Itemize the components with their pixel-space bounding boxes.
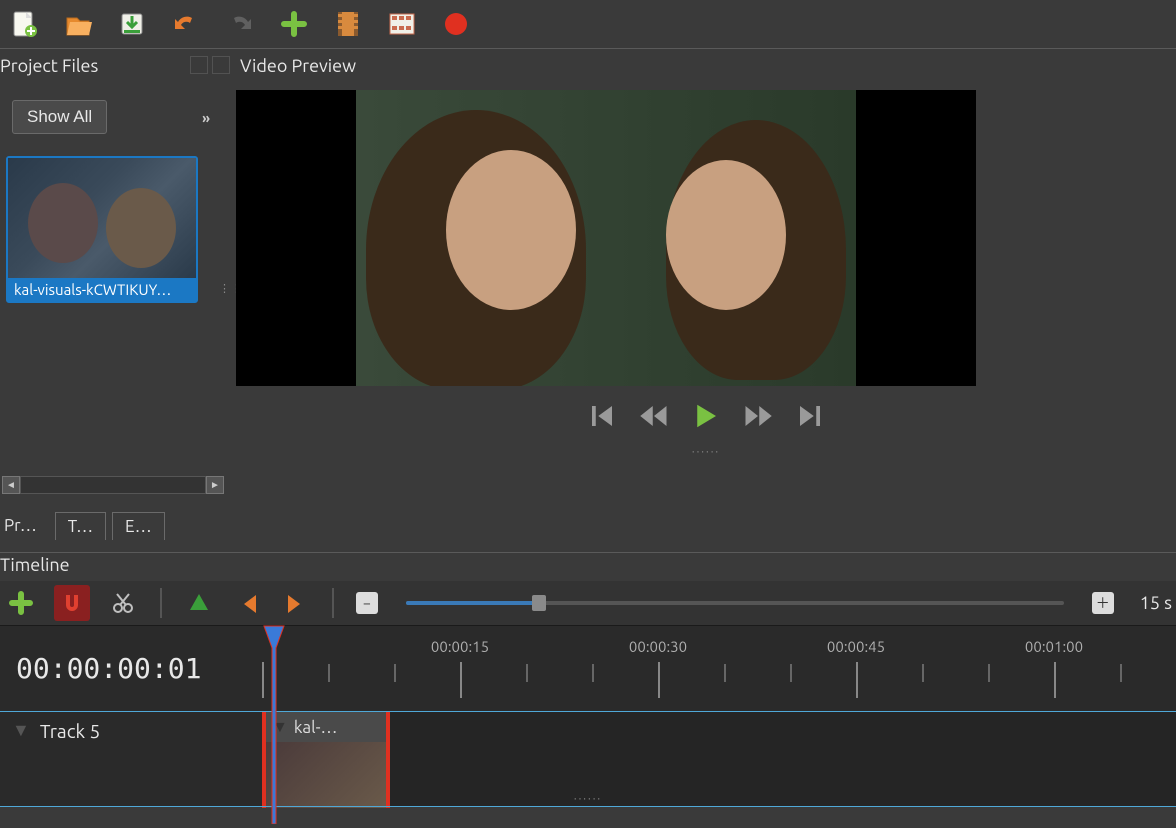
timeline-ruler[interactable]: 00:00:00:01 00:00:15 00:00:30 00:00:45 0… <box>0 625 1176 711</box>
redo-button[interactable] <box>224 8 256 40</box>
play-button[interactable] <box>691 401 721 434</box>
zoom-in-button[interactable]: ＋ <box>1092 592 1114 614</box>
ruler-mark: 00:00:30 <box>629 638 687 655</box>
undo-button[interactable] <box>170 8 202 40</box>
preview-image <box>356 90 856 386</box>
timeline-clip[interactable]: ▼ kal-… <box>262 712 390 808</box>
timeline-toolbar: − ＋ 15 s <box>0 581 1176 625</box>
import-files-button[interactable] <box>278 8 310 40</box>
project-panel-tabs: Pr… T… E… <box>0 512 165 540</box>
filter-expand-icon[interactable]: » <box>202 110 206 126</box>
track-body[interactable]: ▼ kal-… <box>262 712 1176 807</box>
zoom-slider[interactable] <box>406 601 1064 605</box>
scroll-right-icon[interactable]: ► <box>206 476 224 494</box>
tab-transitions[interactable]: T… <box>55 512 106 540</box>
video-preview-header: Video Preview <box>240 56 356 76</box>
current-time: 00:00:00:01 <box>16 652 201 685</box>
ruler-mark: 00:00:15 <box>431 638 489 655</box>
ruler-mark: 00:00:45 <box>827 638 885 655</box>
show-all-button[interactable]: Show All <box>12 100 107 134</box>
project-files-panel: Show All » kal-visuals-kCWTIKUY… ◄ ► <box>0 82 226 494</box>
open-project-button[interactable] <box>62 8 94 40</box>
ruler-mark: 00:01:00 <box>1025 638 1083 655</box>
zoom-label: 15 s <box>1140 593 1172 613</box>
timeline-splitter[interactable]: ······ <box>574 793 602 805</box>
tab-effects[interactable]: E… <box>112 512 165 540</box>
next-marker-button[interactable] <box>280 588 310 618</box>
tab-project-files[interactable]: Pr… <box>4 512 49 540</box>
project-scrollbar[interactable]: ◄ ► <box>2 476 224 494</box>
track-header[interactable]: ▼ Track 5 <box>0 712 262 807</box>
fast-forward-button[interactable] <box>743 401 773 434</box>
new-project-button[interactable] <box>8 8 40 40</box>
project-file-thumbnail <box>8 158 196 278</box>
jump-start-button[interactable] <box>587 401 617 434</box>
filmstrip-icon[interactable] <box>332 8 364 40</box>
jump-end-button[interactable] <box>795 401 825 434</box>
scroll-left-icon[interactable]: ◄ <box>2 476 20 494</box>
project-files-header: Project Files <box>0 56 98 76</box>
track-name: Track 5 <box>40 720 100 742</box>
vertical-splitter[interactable]: ⋮⋮ <box>226 82 236 494</box>
razor-button[interactable] <box>108 588 138 618</box>
project-file-item[interactable]: kal-visuals-kCWTIKUY… <box>6 156 198 303</box>
save-project-button[interactable] <box>116 8 148 40</box>
chevron-down-icon[interactable]: ▼ <box>12 720 30 741</box>
panel-float-icon[interactable] <box>190 56 208 74</box>
add-marker-button[interactable] <box>184 588 214 618</box>
horizontal-splitter[interactable]: ······ <box>236 446 1176 458</box>
transport-controls <box>236 392 1176 442</box>
main-toolbar <box>0 0 1176 48</box>
timeline-section: Timeline − ＋ 15 s 00:00:00:01 <box>0 552 1176 807</box>
clip-label: kal-… <box>294 718 338 737</box>
rewind-button[interactable] <box>639 401 669 434</box>
zoom-out-button[interactable]: − <box>356 592 378 614</box>
storyboard-icon[interactable] <box>386 8 418 40</box>
project-file-label: kal-visuals-kCWTIKUY… <box>8 278 196 301</box>
prev-marker-button[interactable] <box>232 588 262 618</box>
preview-frame <box>236 90 976 386</box>
panel-headers: Project Files Video Preview <box>0 48 1176 82</box>
zoom-handle[interactable] <box>532 595 546 611</box>
snap-button[interactable] <box>54 585 90 621</box>
panel-close-icon[interactable] <box>212 56 230 74</box>
timeline-header: Timeline <box>0 552 1176 581</box>
video-preview-panel: ······ <box>236 82 1176 494</box>
add-track-button[interactable] <box>6 588 36 618</box>
export-button[interactable] <box>440 8 472 40</box>
chevron-down-icon[interactable]: ▼ <box>272 718 288 737</box>
clip-thumbnail <box>266 742 386 808</box>
